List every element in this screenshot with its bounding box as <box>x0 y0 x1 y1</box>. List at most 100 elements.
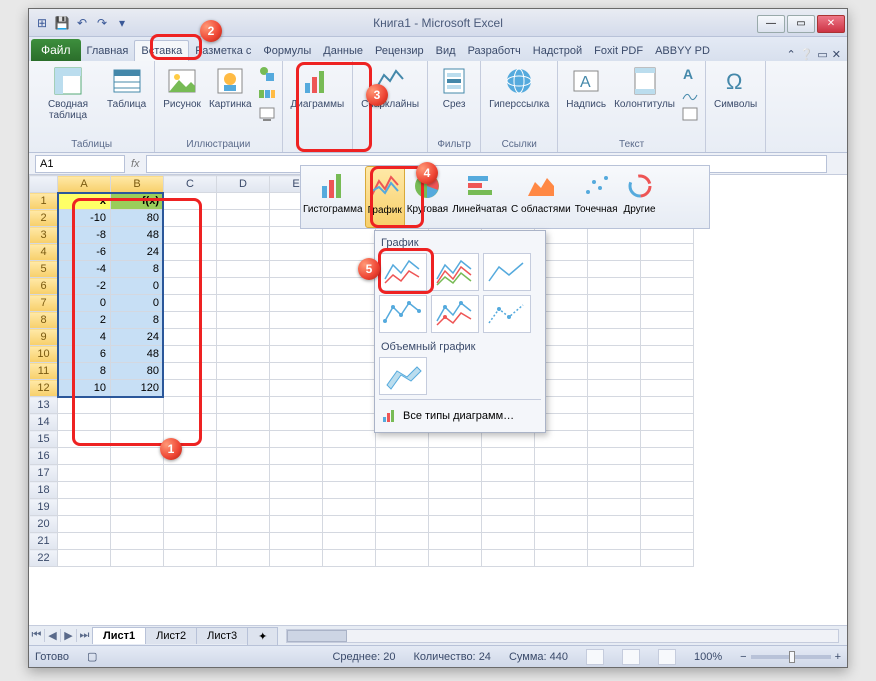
zoom-in-icon[interactable]: + <box>835 651 841 663</box>
row-header[interactable]: 11 <box>30 363 58 380</box>
cell[interactable]: 24 <box>111 329 164 346</box>
cell[interactable] <box>535 550 588 567</box>
cell[interactable] <box>323 516 376 533</box>
sheet-tab[interactable]: Лист2 <box>145 627 197 644</box>
screenshot-icon[interactable] <box>258 105 276 123</box>
cell[interactable] <box>164 499 217 516</box>
cell[interactable] <box>164 295 217 312</box>
cell[interactable] <box>111 482 164 499</box>
cell[interactable] <box>58 448 111 465</box>
cell[interactable] <box>111 397 164 414</box>
cell[interactable] <box>164 261 217 278</box>
cell[interactable] <box>588 380 641 397</box>
cell[interactable] <box>217 533 270 550</box>
cell[interactable] <box>323 278 376 295</box>
cell[interactable] <box>58 550 111 567</box>
cell[interactable] <box>588 431 641 448</box>
row-header[interactable]: 5 <box>30 261 58 278</box>
cell[interactable] <box>270 414 323 431</box>
cell[interactable] <box>641 482 694 499</box>
cell[interactable] <box>376 482 429 499</box>
cell[interactable] <box>58 499 111 516</box>
cell[interactable]: -6 <box>58 244 111 261</box>
cell[interactable] <box>270 499 323 516</box>
cell[interactable]: -8 <box>58 227 111 244</box>
zoom-level[interactable]: 100% <box>694 651 722 663</box>
cell[interactable] <box>535 499 588 516</box>
row-header[interactable]: 15 <box>30 431 58 448</box>
cell[interactable] <box>429 550 482 567</box>
cell[interactable] <box>588 261 641 278</box>
cell[interactable] <box>641 550 694 567</box>
cell[interactable] <box>376 448 429 465</box>
row-header[interactable]: 4 <box>30 244 58 261</box>
cell[interactable] <box>111 414 164 431</box>
cell[interactable] <box>217 227 270 244</box>
cell[interactable] <box>58 516 111 533</box>
cell[interactable]: -4 <box>58 261 111 278</box>
cell[interactable] <box>164 210 217 227</box>
object-icon[interactable] <box>681 105 699 123</box>
cell[interactable] <box>164 516 217 533</box>
maximize-button[interactable]: ▭ <box>787 15 815 33</box>
cell[interactable] <box>641 431 694 448</box>
clipart-button[interactable]: Картинка <box>207 63 254 112</box>
cell[interactable] <box>217 278 270 295</box>
cell[interactable] <box>270 312 323 329</box>
cell[interactable] <box>217 380 270 397</box>
cell[interactable] <box>588 465 641 482</box>
ribbon-tab[interactable]: Разметка с <box>189 41 257 61</box>
close-workbook-icon[interactable]: ✕ <box>832 48 841 61</box>
cell[interactable] <box>270 482 323 499</box>
cell[interactable] <box>270 465 323 482</box>
row-header[interactable]: 16 <box>30 448 58 465</box>
cell[interactable] <box>164 380 217 397</box>
cell[interactable] <box>323 346 376 363</box>
cell[interactable] <box>376 533 429 550</box>
cell[interactable] <box>217 465 270 482</box>
cell[interactable] <box>111 533 164 550</box>
cell[interactable] <box>535 516 588 533</box>
cell[interactable] <box>111 465 164 482</box>
cell[interactable] <box>641 227 694 244</box>
line-chart-option-1[interactable] <box>379 253 427 291</box>
cell[interactable] <box>217 295 270 312</box>
cell[interactable]: -10 <box>58 210 111 227</box>
cell[interactable] <box>270 278 323 295</box>
cell[interactable]: 0 <box>111 278 164 295</box>
row-header[interactable]: 10 <box>30 346 58 363</box>
new-sheet-button[interactable]: ✦ <box>247 627 278 645</box>
qat-more-icon[interactable]: ▾ <box>113 14 131 32</box>
cell[interactable] <box>323 482 376 499</box>
cell[interactable] <box>535 448 588 465</box>
sheet-prev-icon[interactable]: ◀ <box>45 629 61 642</box>
zoom-out-icon[interactable]: − <box>740 651 746 663</box>
scatter-chart-button[interactable]: Точечная <box>573 166 620 228</box>
cell[interactable] <box>641 397 694 414</box>
line-chart-option-6[interactable] <box>483 295 531 333</box>
cell[interactable]: 10 <box>58 380 111 397</box>
cell[interactable] <box>217 329 270 346</box>
signature-icon[interactable] <box>681 85 699 103</box>
cell[interactable] <box>588 482 641 499</box>
hyperlink-button[interactable]: Гиперссылка <box>487 63 551 112</box>
help-icon[interactable]: ❔ <box>800 48 814 61</box>
cell[interactable] <box>270 295 323 312</box>
cell[interactable] <box>164 244 217 261</box>
cell[interactable] <box>588 533 641 550</box>
cell[interactable] <box>217 363 270 380</box>
row-header[interactable]: 22 <box>30 550 58 567</box>
cell[interactable]: x <box>58 193 111 210</box>
cell[interactable]: 2 <box>58 312 111 329</box>
cell[interactable] <box>641 278 694 295</box>
cell[interactable] <box>641 516 694 533</box>
cell[interactable] <box>482 516 535 533</box>
cell[interactable] <box>641 465 694 482</box>
cell[interactable] <box>111 499 164 516</box>
cell[interactable] <box>376 431 429 448</box>
cell[interactable] <box>535 431 588 448</box>
restore-workbook-icon[interactable]: ▭ <box>817 48 827 61</box>
cell[interactable] <box>588 346 641 363</box>
cell[interactable] <box>588 312 641 329</box>
ribbon-tab[interactable]: Данные <box>317 41 369 61</box>
